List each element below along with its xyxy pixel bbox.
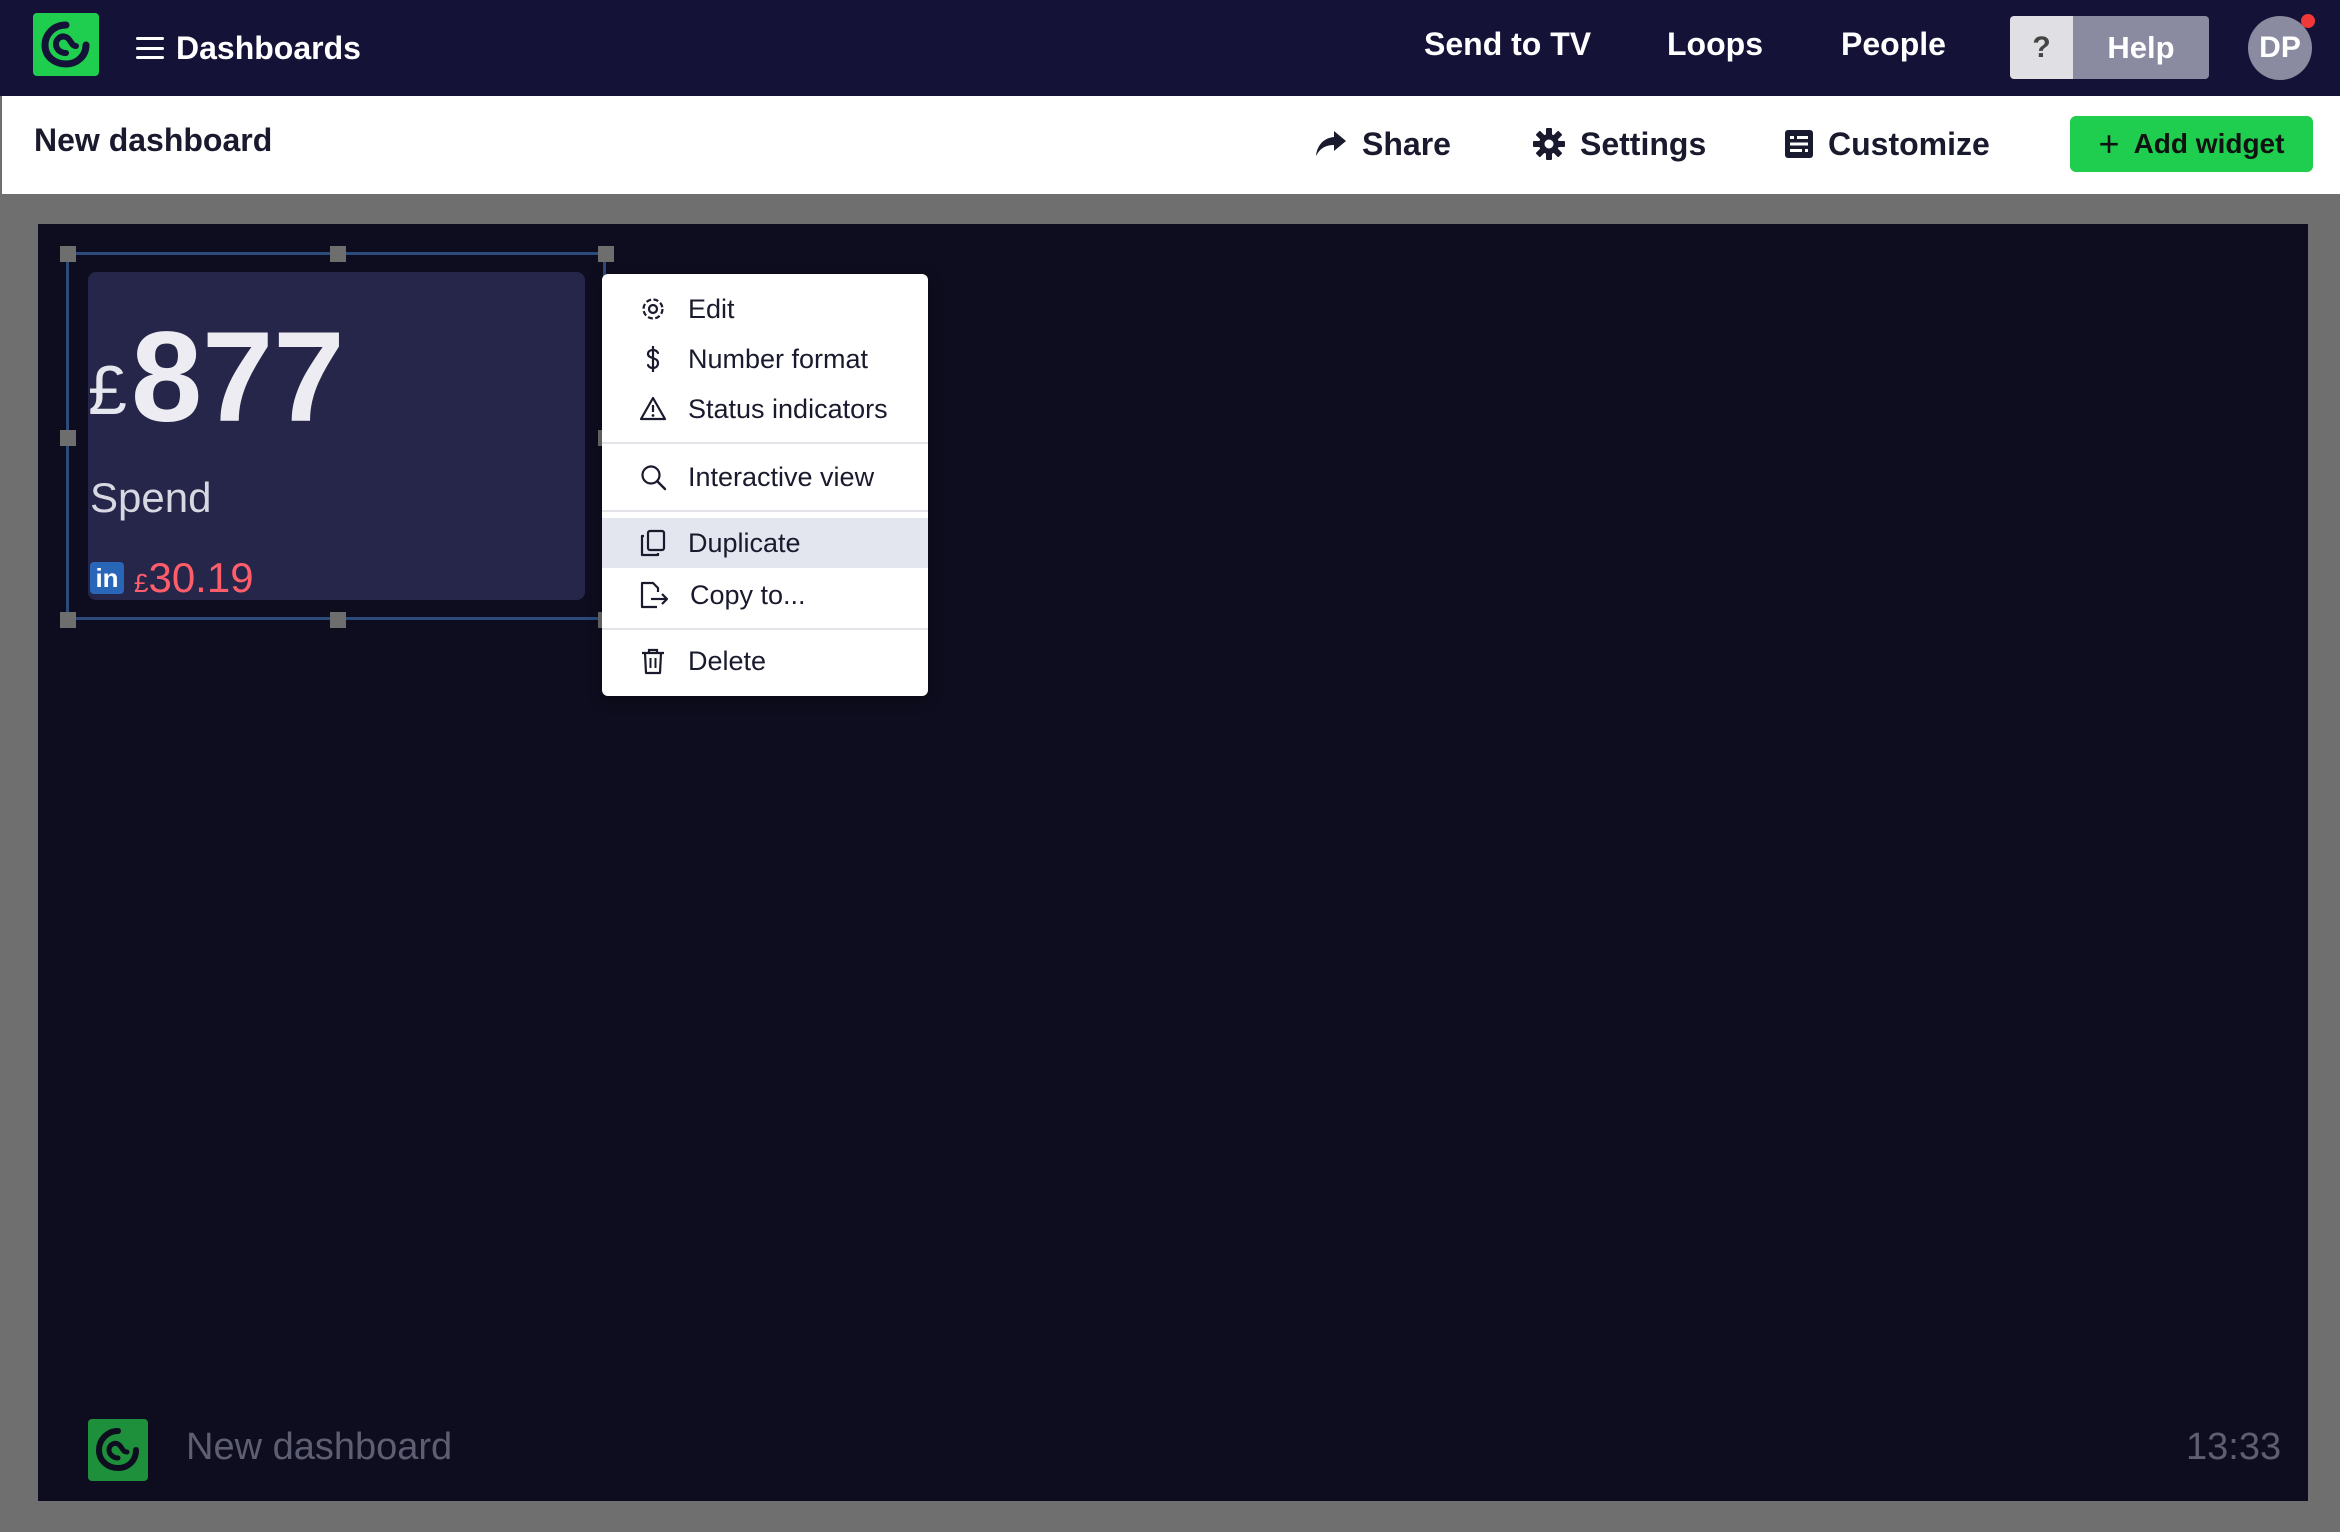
add-widget-button[interactable]: + Add widget [2070, 116, 2313, 172]
trash-icon [642, 648, 664, 675]
nav-people[interactable]: People [1841, 26, 1946, 63]
notification-dot-icon [2301, 14, 2315, 28]
add-widget-label: Add widget [2133, 128, 2285, 159]
dashboard-toolbar: New dashboard Share Settings Customize +… [2, 96, 2340, 194]
spend-number-widget[interactable]: £ 877 Spend in £ 30.19 [88, 272, 585, 602]
widget-delta-currency: £ [134, 567, 149, 598]
help-label: Help [2073, 16, 2209, 79]
menu-separator [602, 442, 928, 444]
resize-handle-top-left[interactable] [60, 246, 76, 262]
menu-item-status-indicators[interactable]: Status indicators [602, 384, 928, 434]
dashboards-menu-label: Dashboards [176, 29, 361, 66]
share-button[interactable]: Share [1314, 122, 1451, 166]
widget-delta-value: 30.19 [148, 554, 254, 601]
export-file-icon [640, 581, 669, 609]
footer-dashboard-title: New dashboard [186, 1426, 453, 1468]
customize-icon [1785, 130, 1813, 158]
menu-item-delete[interactable]: Delete [602, 636, 928, 686]
menu-item-copy-to-label: Copy to... [690, 579, 806, 610]
customize-button[interactable]: Customize [1784, 122, 1990, 166]
help-button[interactable]: ? Help [2010, 16, 2209, 79]
dashboard-title[interactable]: New dashboard [34, 122, 272, 159]
settings-label: Settings [1580, 125, 1707, 162]
help-question-icon: ? [2010, 16, 2073, 79]
footer-clock: 13:33 [2186, 1426, 2282, 1468]
widget-comparison: in £ 30.19 [90, 554, 254, 602]
dollar-icon [646, 346, 660, 372]
resize-handle-top-right[interactable] [598, 246, 614, 262]
menu-item-edit-label: Edit [688, 293, 735, 324]
widget-currency-symbol: £ [88, 351, 127, 429]
menu-item-delete-label: Delete [688, 645, 767, 676]
menu-separator [602, 510, 928, 512]
warning-icon [639, 396, 667, 421]
resize-handle-bottom[interactable] [330, 612, 346, 628]
hamburger-icon [136, 37, 164, 59]
widget-label: Spend [90, 474, 212, 521]
widget-context-menu: Edit Number format Status indicators Int… [602, 274, 928, 696]
resize-handle-top[interactable] [330, 246, 346, 262]
widget-number: 877 [130, 306, 345, 449]
top-navigation-bar: Dashboards Send to TV Loops People ? Hel… [0, 0, 2340, 96]
footer-logo-icon [88, 1419, 148, 1481]
nav-loops[interactable]: Loops [1667, 26, 1763, 63]
menu-item-edit[interactable]: Edit [602, 284, 928, 334]
menu-item-interactive-view-label: Interactive view [688, 461, 875, 492]
customize-label: Customize [1828, 125, 1990, 162]
menu-item-number-format[interactable]: Number format [602, 334, 928, 384]
widget-value: £ 877 [88, 314, 345, 442]
copy-icon [640, 529, 666, 557]
menu-item-number-format-label: Number format [688, 343, 869, 374]
resize-handle-left[interactable] [60, 430, 76, 446]
linkedin-icon: in [90, 562, 124, 594]
nav-send-to-tv[interactable]: Send to TV [1424, 26, 1591, 63]
gear-icon [642, 298, 664, 320]
gear-icon [1533, 128, 1565, 160]
plus-icon: + [2098, 123, 2120, 164]
app-logo-icon[interactable] [33, 13, 99, 76]
search-icon [641, 465, 667, 491]
menu-item-interactive-view[interactable]: Interactive view [602, 452, 928, 502]
settings-button[interactable]: Settings [1532, 122, 1706, 166]
menu-item-duplicate[interactable]: Duplicate [602, 518, 928, 568]
dashboards-menu-button[interactable]: Dashboards [136, 26, 361, 70]
menu-separator [602, 628, 928, 630]
menu-item-duplicate-label: Duplicate [688, 527, 801, 558]
resize-handle-bottom-left[interactable] [60, 612, 76, 628]
menu-item-status-indicators-label: Status indicators [688, 393, 888, 424]
menu-item-copy-to[interactable]: Copy to... [602, 570, 928, 620]
share-arrow-icon [1316, 131, 1346, 156]
share-label: Share [1362, 125, 1451, 162]
